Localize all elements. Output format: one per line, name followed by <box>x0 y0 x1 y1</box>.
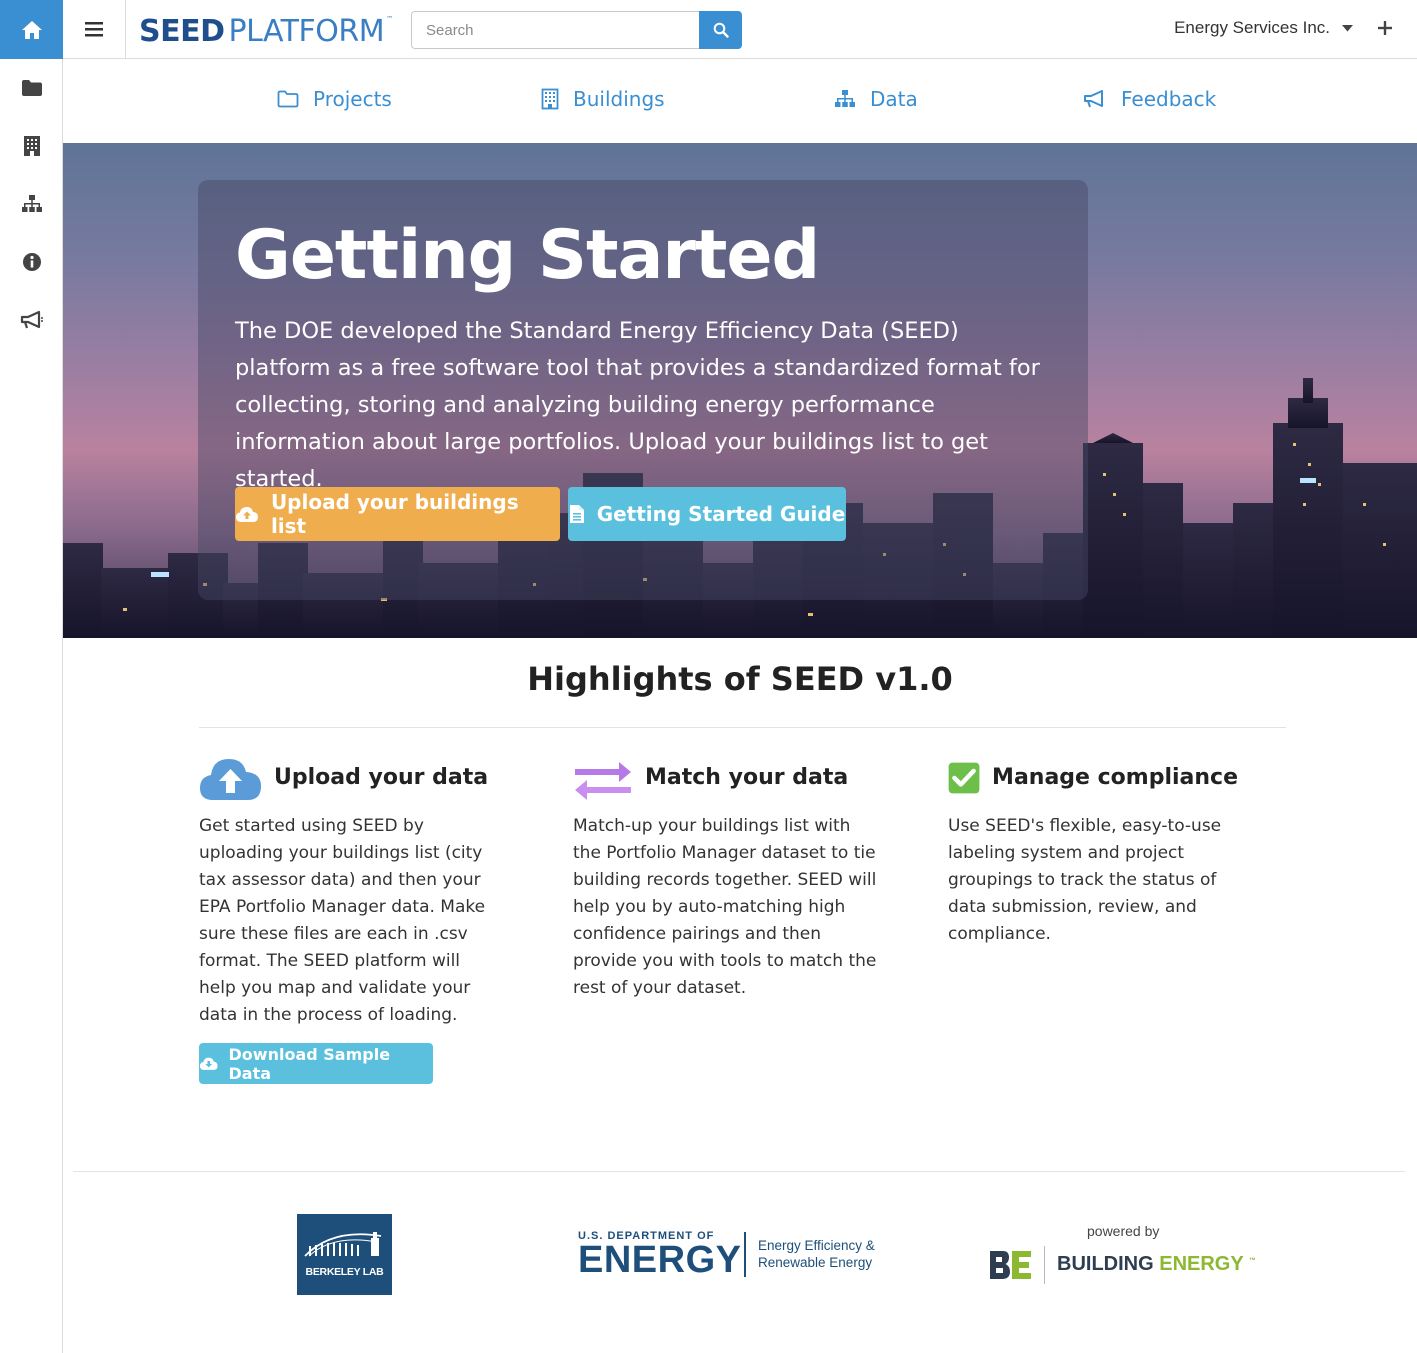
doe-eere-line2: Renewable Energy <box>758 1255 873 1270</box>
sidebar-item-about[interactable] <box>0 233 63 291</box>
doe-divider <box>744 1232 746 1277</box>
footer-divider <box>73 1171 1405 1172</box>
seed-platform-logo[interactable]: SEED PLATFORM ™ <box>139 9 393 49</box>
sidebar-item-data[interactable] <box>0 175 63 233</box>
highlight-match-title: Match your data <box>645 765 849 790</box>
building-icon <box>541 88 559 110</box>
top-bar: SEED PLATFORM ™ Energy Services Inc. <box>63 0 1417 59</box>
nav-data[interactable]: Data <box>834 87 918 111</box>
highlight-upload: Upload your data Get started using SEED … <box>199 750 499 1084</box>
getting-started-guide-button[interactable]: Getting Started Guide <box>568 487 846 541</box>
powered-by-text: powered by <box>1087 1223 1160 1239</box>
logo-trademark: ™ <box>386 15 394 23</box>
logo-seed: SEED <box>139 14 225 49</box>
bullhorn-icon <box>20 310 43 329</box>
info-icon <box>22 253 41 271</box>
building-energy-logo[interactable]: BUILDING ENERGY ™ <box>1057 1253 1256 1276</box>
nav-projects[interactable]: Projects <box>277 87 392 111</box>
nav-projects-label: Projects <box>313 87 392 111</box>
building-energy-divider <box>1044 1246 1045 1284</box>
highlight-upload-title: Upload your data <box>274 765 489 790</box>
highlight-match: Match your data Match-up your buildings … <box>573 750 883 1002</box>
doe-eere-text: Energy Efficiency & Renewable Energy <box>758 1237 875 1271</box>
bullhorn-icon <box>1084 90 1103 108</box>
hero-description: The DOE developed the Standard Energy Ef… <box>235 318 1040 492</box>
building-energy-mark-icon <box>990 1251 1031 1279</box>
nav-buildings-label: Buildings <box>573 87 665 111</box>
highlight-upload-body: Get started using SEED by uploading your… <box>199 816 486 1025</box>
nav-buildings[interactable]: Buildings <box>541 87 665 111</box>
cloud-download-icon <box>199 1057 218 1070</box>
plus-icon <box>1378 21 1392 35</box>
nav-feedback[interactable]: Feedback <box>1083 87 1216 111</box>
search-input[interactable] <box>411 11 700 49</box>
sitemap-icon <box>835 90 855 107</box>
hero-banner: Getting Started The DOE developed the St… <box>63 143 1417 638</box>
upload-buildings-label: Upload your buildings list <box>270 490 519 538</box>
upload-buildings-button[interactable]: Upload your buildings list <box>235 487 560 541</box>
checkbox-icon <box>948 762 980 793</box>
organization-name: Energy Services Inc. <box>1174 18 1330 37</box>
highlight-compliance: Manage compliance Use SEED's flexible, e… <box>948 750 1238 948</box>
hero-title: Getting Started <box>235 216 820 295</box>
berkeley-lab-logo[interactable]: BERKELEY LAB <box>297 1214 392 1295</box>
exchange-arrows-icon <box>575 761 631 800</box>
caret-down-icon <box>1342 24 1353 31</box>
organization-dropdown[interactable]: Energy Services Inc. <box>1174 18 1353 38</box>
building-energy-word2: ENERGY <box>1159 1253 1244 1275</box>
main-nav: Projects Buildings Data Feedback <box>63 59 1417 143</box>
home-icon <box>21 20 42 39</box>
building-energy-trademark: ™ <box>1248 1257 1256 1265</box>
building-icon <box>23 136 40 156</box>
doe-logo[interactable]: U.S. DEPARTMENT OF ENERGY <box>578 1230 741 1280</box>
logo-platform: PLATFORM <box>228 14 385 49</box>
getting-started-guide-label: Getting Started Guide <box>596 502 846 526</box>
download-sample-data-label: Download Sample Data <box>228 1044 391 1083</box>
hamburger-icon <box>85 21 103 36</box>
cloud-upload-icon <box>235 507 258 522</box>
hero-card: Getting Started The DOE developed the St… <box>198 180 1088 600</box>
highlight-compliance-title: Manage compliance <box>992 765 1238 790</box>
file-text-icon <box>569 505 584 523</box>
sidebar-item-feedback[interactable] <box>0 291 63 349</box>
doe-eere-line1: Energy Efficiency & <box>758 1238 875 1253</box>
nav-feedback-label: Feedback <box>1121 87 1217 111</box>
sitemap-icon <box>21 195 42 212</box>
highlights-title: Highlights of SEED v1.0 <box>527 660 953 698</box>
berkeley-lab-building-icon <box>304 1232 382 1257</box>
highlight-compliance-body: Use SEED's flexible, easy-to-use labelin… <box>948 816 1222 944</box>
sidebar-item-buildings[interactable] <box>0 117 63 175</box>
doe-energy: ENERGY <box>578 1239 742 1281</box>
nav-data-label: Data <box>870 87 918 111</box>
add-button[interactable] <box>1375 16 1395 40</box>
sidebar <box>0 0 63 1353</box>
folder-open-icon <box>277 90 299 108</box>
download-sample-data-button[interactable]: Download Sample Data <box>199 1043 433 1084</box>
sidebar-item-home[interactable] <box>0 0 63 59</box>
search-button[interactable] <box>699 11 742 49</box>
search-icon <box>713 22 729 38</box>
building-energy-word1: BUILDING <box>1057 1253 1154 1275</box>
cloud-upload-icon <box>200 758 261 800</box>
sidebar-item-projects[interactable] <box>0 59 63 117</box>
berkeley-lab-name: BERKELEY LAB <box>305 1266 384 1278</box>
highlights-divider <box>199 727 1286 728</box>
folder-icon <box>21 80 42 96</box>
highlight-match-body: Match-up your buildings list with the Po… <box>573 816 877 998</box>
menu-toggle-button[interactable] <box>63 0 126 58</box>
